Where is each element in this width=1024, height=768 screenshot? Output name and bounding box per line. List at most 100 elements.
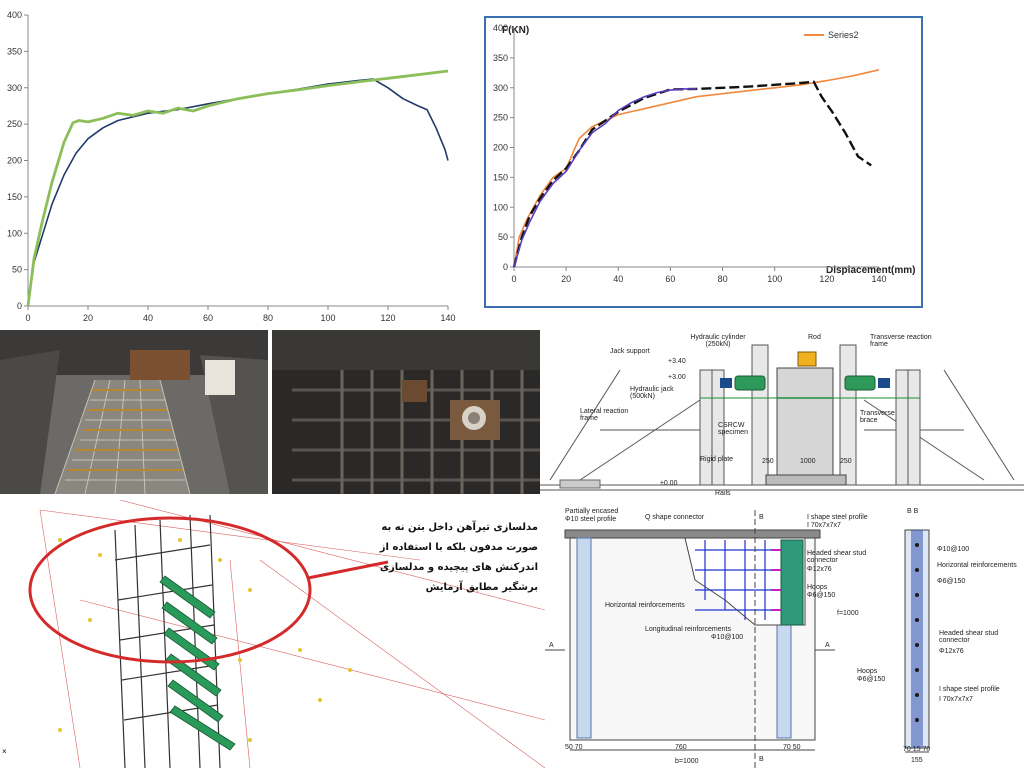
label-rod: Rod (808, 334, 821, 341)
label-bb-stud: Headed shear stud connector (939, 630, 999, 644)
y-tick-label: 300 (493, 83, 508, 93)
label-bb-hz-size: Φ6@150 (937, 578, 966, 585)
label-dim-250-left: 250 (762, 458, 774, 465)
modeling-note: مدلسازی تیرآهن داخل بتن نه به صورت مدفون… (379, 522, 538, 593)
x-tick-label: 100 (767, 274, 782, 284)
label-bb-hoops-size: Φ6@150 (857, 676, 886, 683)
x-tick-label: 60 (665, 274, 675, 284)
right-jack (844, 375, 876, 391)
label-rails: Rails (715, 490, 731, 497)
label-height: f=1000 (837, 610, 859, 617)
y-tick-label: 200 (493, 143, 508, 153)
label-jack: Hydraulic jack (500kN) (630, 386, 674, 400)
label-rigid-plate: Rigid plate (700, 456, 734, 463)
label-steel-profile: Φ10 steel profile (565, 516, 617, 523)
label-section-b-bottom: B (759, 756, 764, 763)
y-tick-label: 0 (503, 262, 508, 272)
label-dim-b: b=1000 (675, 758, 699, 765)
label-q-connector: Q shape connector (645, 514, 705, 521)
hydraulic-cylinder (797, 351, 817, 367)
chart-left-svg: 0 50 100 150 200 250 300 350 400 0 20 40 60 80 100 120 1… (7, 10, 456, 323)
y-tick-label: 100 (7, 228, 22, 238)
y-tick-label: 100 (493, 202, 508, 212)
label-i-profile: I shape steel profile (807, 514, 868, 521)
x-tick-label: 80 (718, 274, 728, 284)
load-displacement-chart-right: F(KN) Displacement(mm) Series2 0 50 100 150… (484, 16, 923, 308)
y-tick-label: 250 (7, 119, 22, 129)
y-tick-label: 300 (7, 83, 22, 93)
rebar-closeup-photo (272, 330, 540, 494)
legend-label-series2: Series2 (828, 30, 859, 40)
x-tick-label: 140 (440, 313, 455, 323)
x-tick-label: 120 (819, 274, 834, 284)
x-tick-label: 0 (25, 313, 30, 323)
label-dim-760: 760 (675, 744, 687, 751)
y-tick-label: 350 (493, 53, 508, 63)
label-elev-300: +3.00 (668, 374, 686, 381)
section-drawing: Partially encased Φ10 steel profile Q sh… (545, 500, 1024, 768)
label-bb-horizontal: Horizontal reinforcements (937, 562, 1017, 569)
series-line-2 (513, 88, 697, 268)
label-longitudinal-reinf: Longitudinal reinforcements (645, 626, 731, 633)
label-bb-title: B B (907, 508, 919, 515)
rebar-closeup-photo-svg (272, 330, 540, 494)
label-bb-i-size: I 70x7x7x7 (939, 696, 973, 703)
test-setup-drawing: Hydraulic cylinder (250kN) Rod Transvers… (540, 330, 1024, 498)
x-tick-label: 60 (203, 313, 213, 323)
y-tick-label: 350 (7, 46, 22, 56)
label-dim-1000: 1000 (800, 458, 816, 465)
x-tick-label: 80 (263, 313, 273, 323)
label-i-profile-size: I 70x7x7x7 (807, 522, 841, 529)
label-partially-encased: Partially encased (565, 508, 619, 515)
label-hoops-size: Φ6@150 (807, 592, 836, 599)
y-tick-label: 150 (7, 192, 22, 202)
label-bb-long: Φ10@100 (937, 546, 970, 553)
y-tick-label: 150 (493, 172, 508, 182)
label-horizontal-reinf: Horizontal reinforcements (605, 602, 685, 609)
label-transverse-frame: Transverse reaction frame (870, 334, 932, 348)
y-tick-label: 200 (7, 156, 22, 166)
x-tick-label: 40 (613, 274, 623, 284)
label-bb-stud-size: Φ12x76 (939, 648, 964, 655)
x-tick-label: 120 (380, 313, 395, 323)
load-displacement-chart-left: 0 50 100 150 200 250 300 350 400 0 20 40 60 80 100 120 1… (0, 0, 470, 330)
label-elev-000: ±0.00 (660, 480, 678, 487)
label-bb-total: 155 (911, 757, 923, 764)
label-hoops: Hoops (807, 584, 828, 591)
x-tick-label: 20 (83, 313, 93, 323)
x-tick-label: 20 (561, 274, 571, 284)
label-elev-340: +3.40 (668, 358, 686, 365)
chart-right-svg: F(KN) Displacement(mm) Series2 050100150… (493, 23, 916, 284)
label-section-a-right: A (825, 642, 830, 649)
y-tick-label: 50 (12, 265, 22, 275)
rebar-cage-photo-svg (0, 330, 268, 494)
label-dim-250-right: 250 (840, 458, 852, 465)
label-cylinder: Hydraulic cylinder (250kN) (690, 334, 746, 348)
label-stud-size: Φ12x76 (807, 566, 832, 573)
series-line-0 (27, 78, 449, 307)
highlight-ellipse (28, 516, 312, 664)
label-jack-support: Jack support (610, 348, 650, 355)
series-line-1 (26, 69, 449, 307)
y-tick-label: 0 (17, 301, 22, 311)
label-section-a-left: A (549, 642, 554, 649)
y-tick-label: 400 (493, 23, 508, 33)
label-bb-hoops: Hoops (857, 668, 878, 675)
axis-triad-glyph: × (2, 747, 7, 756)
label-section-b-top: B (759, 514, 764, 521)
label-headed-stud: Headed shear stud connector (807, 550, 867, 564)
x-tick-label: 0 (511, 274, 516, 284)
series-line-1 (512, 80, 872, 268)
x-tick-label: 40 (143, 313, 153, 323)
rebar-cage-photo (0, 330, 268, 494)
label-bb-dims: 70 15 70 (903, 746, 931, 753)
label-lateral-frame: Lateral reaction frame (580, 408, 629, 422)
label-dim-70-50: 70 50 (783, 744, 801, 751)
label-specimen: CSRCW specimen (718, 422, 748, 436)
label-dim-50-70: 50 70 (565, 744, 583, 751)
label-bb-i-profile: I shape steel profile (939, 686, 1000, 693)
y-tick-label: 250 (493, 113, 508, 123)
y-tick-label: 50 (498, 232, 508, 242)
label-long-size: Φ10@100 (711, 634, 744, 641)
x-tick-label: 140 (871, 274, 886, 284)
